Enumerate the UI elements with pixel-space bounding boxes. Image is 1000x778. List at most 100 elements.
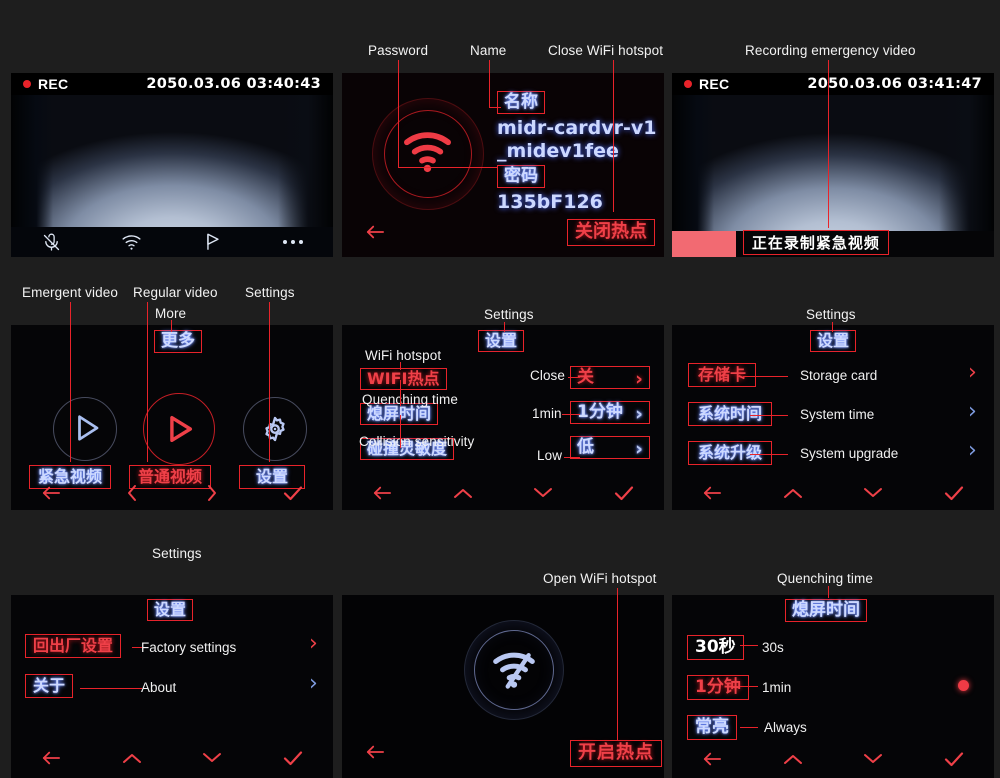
chevron-left-icon[interactable]: [92, 483, 173, 503]
check-icon[interactable]: [253, 484, 334, 502]
annotation-1min-value: 1min: [532, 406, 562, 421]
panel-live-recording: REC 2050.03.06 03:40:43: [11, 73, 333, 257]
open-hotspot-button[interactable]: 开启热点: [570, 740, 662, 767]
emergency-recording-banner: 正在录制紧急视频: [742, 230, 889, 255]
panel-wifi-hotspot-on: 名称 midr-cardvr-v1 _midev1fee 密码 135bF126…: [342, 73, 664, 257]
camera-preview-image: [11, 95, 333, 227]
chevron-down-icon[interactable]: [833, 751, 914, 767]
chevron-up-icon[interactable]: [92, 750, 173, 766]
chevron-down-icon[interactable]: [503, 485, 584, 501]
leader-settings-p2: [832, 322, 834, 332]
check-icon[interactable]: [253, 749, 334, 767]
chevron-right-icon[interactable]: ›: [968, 362, 977, 384]
leader-wifi-hotspot: [400, 362, 402, 370]
settings-row-system-time[interactable]: 系统时间: [688, 402, 773, 426]
more-dots-icon[interactable]: [253, 240, 334, 244]
option-1min-en: 1min: [762, 680, 792, 695]
chevron-up-icon[interactable]: [753, 485, 834, 501]
gear-icon[interactable]: [260, 414, 290, 449]
chevron-right-icon: ›: [635, 403, 643, 425]
leader-close-value: [568, 377, 580, 379]
settings-bottom-nav: [11, 738, 333, 778]
leader-about: [80, 688, 142, 690]
annotation-low-value: Low: [537, 448, 563, 463]
back-arrow-icon[interactable]: [364, 743, 386, 766]
camera-timestamp: 2050.03.06 03:41:47: [807, 76, 982, 92]
page-title: 熄屏时间: [785, 599, 867, 623]
chevron-down-icon[interactable]: [833, 485, 914, 501]
settings-row-system-upgrade[interactable]: 系统升级: [688, 441, 773, 465]
settings-row-factory-settings[interactable]: 回出厂设置: [25, 634, 122, 658]
option-1min[interactable]: 1分钟: [687, 675, 749, 701]
leader-close-wifi: [613, 60, 615, 212]
rec-dot-icon: [684, 80, 692, 88]
wifi-icon[interactable]: [92, 233, 173, 251]
chevron-right-icon[interactable]: ›: [309, 673, 318, 695]
annotation-quenching-time-p9: Quenching time: [777, 571, 873, 586]
leader-collision-sensitivity: [400, 415, 402, 448]
annotation-settings-p1: Settings: [484, 307, 534, 322]
back-arrow-icon[interactable]: [672, 484, 753, 502]
leader-settings-p1: [504, 322, 506, 332]
wifi-off-icon[interactable]: [489, 648, 539, 695]
wifi-password-value: 135bF126: [497, 191, 603, 213]
leader-1min-value: [562, 414, 580, 416]
settings-row-value-wifi-hotspot[interactable]: 关 ›: [570, 366, 650, 390]
leader-quenching-time-p9: [828, 586, 830, 598]
chevron-right-icon[interactable]: [172, 483, 253, 503]
annotation-settings-p3: Settings: [152, 546, 202, 561]
option-30s-en: 30s: [762, 640, 784, 655]
chevron-right-icon[interactable]: ›: [968, 401, 977, 423]
back-arrow-icon[interactable]: [11, 484, 92, 502]
check-icon[interactable]: [584, 484, 665, 502]
back-arrow-icon[interactable]: [342, 484, 423, 502]
annotation-close-value: Close: [530, 368, 566, 383]
leader-30s: [740, 645, 758, 647]
panel-quenching-time: 熄屏时间 30秒 30s 1分钟 1min 常亮 Always: [672, 595, 994, 778]
back-arrow-icon[interactable]: [672, 750, 753, 768]
settings-bottom-nav: [672, 476, 994, 510]
chevron-up-icon[interactable]: [753, 751, 834, 767]
option-always[interactable]: 常亮: [687, 715, 737, 741]
play-triangle-icon[interactable]: [73, 413, 101, 448]
annotation-recording-emergency-video: Recording emergency video: [745, 43, 916, 58]
leader-emergent-video: [70, 302, 72, 462]
flag-icon[interactable]: [172, 232, 253, 252]
option-30s[interactable]: 30秒: [687, 635, 744, 661]
mute-mic-icon[interactable]: [11, 232, 92, 253]
page-title: 设置: [147, 599, 194, 621]
chevron-down-icon[interactable]: [172, 750, 253, 766]
leader-storage-card: [743, 376, 788, 378]
annotation-collision-sensitivity: Collision sensitivity: [359, 434, 475, 449]
chevron-up-icon[interactable]: [423, 485, 504, 501]
settings-row-storage-card[interactable]: 存储卡: [688, 363, 757, 387]
page-title: 设置: [810, 330, 857, 352]
panel-main-menu: 更多 紧急视频 普通视频 设置: [11, 325, 333, 510]
check-icon[interactable]: [914, 484, 995, 502]
play-circle-icon[interactable]: [163, 412, 195, 451]
settings-row-value-collision-sensitivity[interactable]: 低 ›: [570, 436, 650, 460]
chevron-right-icon[interactable]: ›: [968, 440, 977, 462]
more-tag: 更多: [154, 330, 202, 354]
page-title: 设置: [478, 330, 525, 352]
back-arrow-icon[interactable]: [11, 749, 92, 767]
leader-password: [398, 60, 400, 168]
screenshot-root: REC 2050.03.06 03:40:43 名称 midr-cardvr-v…: [0, 0, 1000, 778]
settings-row-value-quenching-time[interactable]: 1分钟 ›: [570, 401, 650, 425]
panel-emergency-recording: REC 2050.03.06 03:41:47 正在录制紧急视频: [672, 73, 994, 257]
settings-value-text: 1分钟: [577, 402, 623, 422]
chevron-right-icon[interactable]: ›: [309, 633, 318, 655]
leader-name-h: [489, 107, 501, 109]
leader-system-upgrade: [750, 454, 788, 456]
back-arrow-icon[interactable]: [364, 223, 386, 246]
settings-row-about[interactable]: 关于: [25, 674, 74, 698]
close-hotspot-button[interactable]: 关闭热点: [567, 219, 655, 246]
check-icon[interactable]: [914, 750, 995, 768]
annotation-regular-video: Regular video: [133, 285, 218, 300]
annotation-emergent-video: Emergent video: [22, 285, 118, 300]
settings-value-text: 低: [577, 437, 594, 457]
panel-settings-page-3: 设置 回出厂设置 Factory settings › 关于 About ›: [11, 595, 333, 778]
wifi-on-icon[interactable]: [400, 128, 455, 179]
settings-row-label-wifi-hotspot[interactable]: WIFI热点: [360, 368, 447, 390]
settings-row-factory-settings-en: Factory settings: [141, 640, 237, 655]
